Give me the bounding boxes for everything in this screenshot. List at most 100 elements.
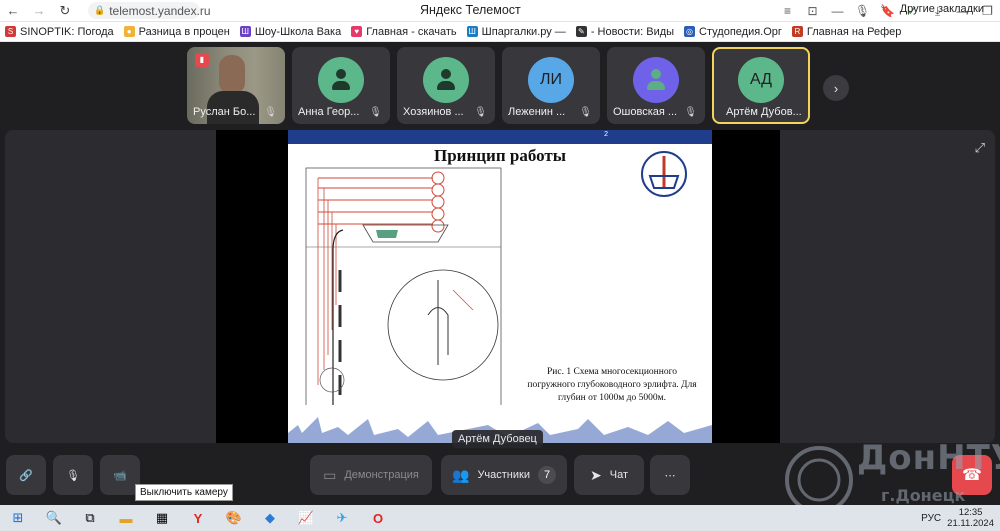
mic-off-icon: 🎙 — [66, 469, 80, 482]
participant-tile[interactable]: Анна Геор... 🎙 — [292, 47, 390, 124]
participant-tile[interactable]: Ошовская ... 🎙 — [607, 47, 705, 124]
bookmarks-bar: S SINOPTIK: Погода ● Разница в процен Ш Шоу-Ш… — [0, 22, 1000, 42]
screen-share-label: Демонстрация — [344, 469, 419, 481]
mic-off-icon: 🎙 — [369, 107, 382, 118]
participant-tile[interactable]: Хозяинов ... 🎙 — [397, 47, 495, 124]
participants-count: 7 — [538, 466, 556, 484]
bookmark-item[interactable]: Ш Шпаргалки.ру — — [462, 26, 571, 38]
bookmark-item[interactable]: ♥ Главная - скачать — [346, 26, 461, 38]
system-tray: РУС 12:35 21.11.2024 — [921, 506, 994, 530]
participant-name: Анна Геор... — [298, 106, 360, 118]
clock[interactable]: 12:35 21.11.2024 — [947, 507, 994, 529]
bookmark-item[interactable]: ● Разница в процен — [119, 26, 235, 38]
paint-icon[interactable]: 🎨 — [216, 505, 252, 531]
lock-icon: 🔒 — [94, 5, 106, 15]
avatar — [633, 57, 679, 103]
calculator-icon[interactable]: ▦ — [144, 505, 180, 531]
clock-time: 12:35 — [958, 507, 983, 518]
bookmark-label: Главная - скачать — [366, 25, 457, 38]
people-icon: 👥 — [452, 466, 470, 483]
avatar — [318, 57, 364, 103]
video-person — [219, 55, 245, 93]
participant-name: Руслан Бо... — [193, 106, 256, 118]
link-icon: 🔗 — [19, 469, 33, 482]
screen-share-stage: ⤢ 2 Принцип работы Рис. 1 Схема многосек… — [5, 130, 995, 443]
address-bar[interactable]: 🔒 telemost.yandex.ru — [88, 2, 211, 19]
chat-button[interactable]: ➤ Чат — [574, 455, 644, 495]
participant-name: Ошовская ... — [613, 106, 678, 118]
copy-link-button[interactable]: 🔗 — [6, 455, 46, 495]
shared-screen: 2 Принцип работы Рис. 1 Схема многосекци… — [216, 130, 780, 443]
mic-toggle-button[interactable]: 🎙 — [53, 455, 93, 495]
mic-off-icon: 🎙 — [684, 107, 697, 118]
file-explorer-icon[interactable]: ▬ — [108, 505, 144, 531]
fullscreen-icon[interactable]: ⤢ — [975, 140, 985, 156]
signal-icon: ▮ — [195, 53, 209, 67]
camera-toggle-button[interactable]: 📹 — [100, 455, 140, 495]
telegram-icon[interactable]: ✈ — [324, 505, 360, 531]
bookmark-label: Разница в процен — [138, 25, 230, 38]
participant-tile-active[interactable]: АД Артём Дубов... — [712, 47, 810, 124]
send-icon: ➤ — [590, 466, 602, 483]
camera-tooltip: Выключить камеру — [135, 484, 233, 501]
presentation-slide: 2 Принцип работы Рис. 1 Схема многосекци… — [288, 130, 712, 443]
bookmark-item[interactable]: ✎ - Новости: Виды — [571, 26, 679, 38]
person-icon — [437, 69, 455, 91]
clock-date: 21.11.2024 — [947, 518, 994, 529]
windows-taskbar: ⊞ 🔍 ⧉ ▬ ▦ Y 🎨 ◆ 📈 ✈ O РУС 12:35 21.11.20… — [0, 505, 1000, 531]
university-logo — [641, 151, 687, 197]
more-button[interactable]: ⋯ — [650, 455, 690, 495]
bookmark-label: Студопедия.Орг — [699, 25, 782, 38]
forward-icon[interactable]: → — [26, 0, 52, 22]
chat-label: Чат — [609, 469, 628, 481]
bookmark-item[interactable]: ◎ Студопедия.Орг — [679, 26, 787, 38]
participants-button[interactable]: 👥 Участники 7 — [441, 455, 567, 495]
person-icon — [332, 69, 350, 91]
back-icon[interactable]: ← — [0, 0, 26, 22]
windows-start-icon[interactable]: ⊞ — [0, 505, 36, 531]
chart-app-icon[interactable]: 📈 — [288, 505, 324, 531]
bookmark-add-icon[interactable]: 🔖 — [875, 4, 900, 18]
participant-tile[interactable]: ▮ Руслан Бо... 🎙 — [187, 47, 285, 124]
avatar — [423, 57, 469, 103]
bookmark-label: Главная на Рефер — [806, 25, 902, 38]
camera-icon: 📹 — [113, 469, 127, 482]
reload-icon[interactable]: ↻ — [52, 0, 78, 22]
participant-tile[interactable]: ЛИ Леженин ... 🎙 — [502, 47, 600, 124]
minimize-panel-icon[interactable]: ― — [825, 4, 850, 18]
page-title: Яндекс Телемост — [420, 3, 521, 17]
yandex-browser-icon[interactable]: Y — [180, 505, 216, 531]
bookmark-icon: ♥ — [351, 26, 363, 37]
chevron-right-icon[interactable]: › — [823, 75, 849, 101]
mic-off-icon: 🎙 — [264, 107, 277, 118]
bookmark-item[interactable]: Ш Шоу-Школа Вака — [235, 26, 346, 38]
screen-share-button[interactable]: ▭ Демонстрация — [310, 455, 432, 495]
bookmark-icon: R — [791, 26, 803, 37]
bookmark-label: Шоу-Школа Вака — [254, 25, 342, 38]
opera-icon[interactable]: O — [360, 505, 396, 531]
bookmark-icon: ● — [123, 26, 135, 37]
participant-name: Хозяинов ... — [403, 106, 464, 118]
mic-icon[interactable]: 🎙 — [850, 4, 875, 18]
menu-icon[interactable]: ≡ — [775, 4, 800, 18]
bookmark-icon[interactable]: ⊡ — [800, 4, 825, 18]
task-view-icon[interactable]: ⧉ — [72, 505, 108, 531]
figure-caption: Рис. 1 Схема многосекционного погружного… — [527, 367, 697, 403]
bookmark-icon: ✎ — [575, 26, 587, 37]
other-bookmarks[interactable]: Другие закладки — [900, 3, 984, 15]
app-icon[interactable]: ◆ — [252, 505, 288, 531]
more-icon: ⋯ — [664, 469, 676, 482]
bookmark-item[interactable]: R Главная на Рефер — [787, 26, 906, 38]
bookmark-label: Шпаргалки.ру — — [481, 25, 566, 38]
language-indicator[interactable]: РУС — [921, 513, 941, 524]
presenter-label: Артём Дубовец — [452, 430, 543, 448]
browser-titlebar: ← → ↻ 🔒 telemost.yandex.ru Яндекс Телемо… — [0, 0, 1000, 22]
url-text: telemost.yandex.ru — [109, 3, 211, 18]
bookmark-icon: Ш — [239, 26, 251, 37]
bookmark-label: - Новости: Виды — [590, 25, 675, 38]
bookmark-icon: S — [5, 26, 16, 37]
avatar: АД — [738, 57, 784, 103]
search-icon[interactable]: 🔍 — [36, 505, 72, 531]
screen-share-icon: ▭ — [323, 466, 337, 483]
bookmark-item[interactable]: S SINOPTIK: Погода — [0, 26, 119, 38]
